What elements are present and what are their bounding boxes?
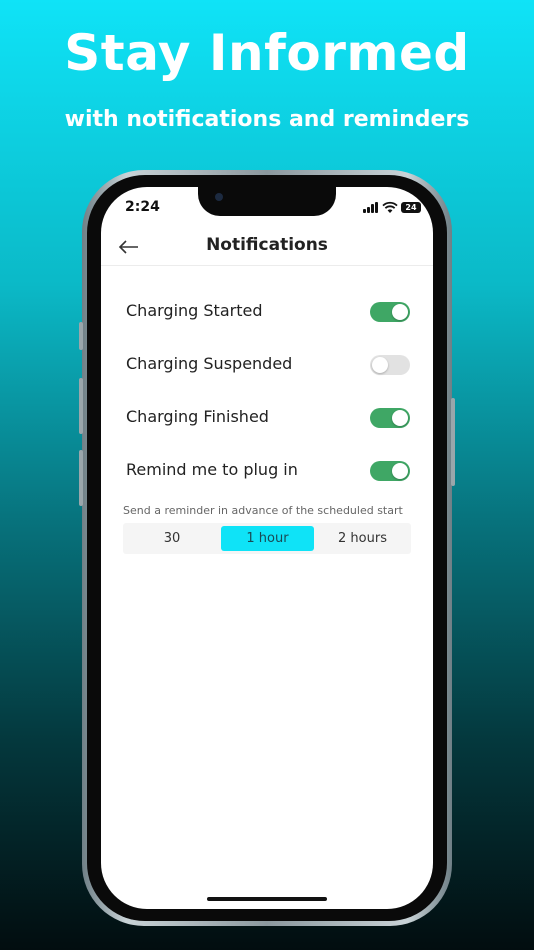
volume-up-button [79, 378, 83, 434]
status-icons: 24 [363, 201, 425, 215]
setting-row-charging-suspended: Charging Suspended [126, 350, 410, 380]
setting-label: Charging Finished [126, 407, 269, 426]
charging-finished-toggle[interactable] [370, 408, 410, 428]
setting-row-charging-started: Charging Started [126, 297, 410, 327]
power-button [451, 398, 455, 486]
battery-icon: 24 [401, 202, 421, 213]
promo-subline: with notifications and reminders [64, 107, 470, 132]
setting-row-remind-plug-in: Remind me to plug in [126, 456, 410, 486]
reminder-option-30[interactable]: 30 [126, 526, 218, 551]
setting-row-charging-finished: Charging Finished [126, 403, 410, 433]
reminder-option-1-hour[interactable]: 1 hour [221, 526, 314, 551]
home-indicator[interactable] [207, 897, 327, 901]
setting-label: Remind me to plug in [126, 460, 298, 479]
reminder-time-selector: 30 1 hour 2 hours [123, 523, 411, 554]
wifi-icon [382, 201, 398, 213]
camera-icon [215, 193, 223, 201]
nav-bar: Notifications [101, 227, 433, 266]
reminder-helper-text: Send a reminder in advance of the schedu… [123, 504, 403, 517]
setting-label: Charging Started [126, 301, 263, 320]
setting-label: Charging Suspended [126, 354, 293, 373]
charging-suspended-toggle[interactable] [370, 355, 410, 375]
phone-screen: 2:24 24 Notifications Charging Started C… [101, 187, 433, 909]
silent-switch [79, 322, 83, 350]
volume-down-button [79, 450, 83, 506]
toggle-knob [372, 357, 388, 373]
toggle-knob [392, 410, 408, 426]
page-title: Notifications [206, 235, 328, 255]
remind-plug-in-toggle[interactable] [370, 461, 410, 481]
charging-started-toggle[interactable] [370, 302, 410, 322]
promo-headline: Stay Informed [64, 24, 470, 82]
notch [198, 187, 336, 216]
toggle-knob [392, 463, 408, 479]
status-time: 2:24 [125, 199, 160, 215]
toggle-knob [392, 304, 408, 320]
reminder-option-2-hours[interactable]: 2 hours [317, 526, 408, 551]
